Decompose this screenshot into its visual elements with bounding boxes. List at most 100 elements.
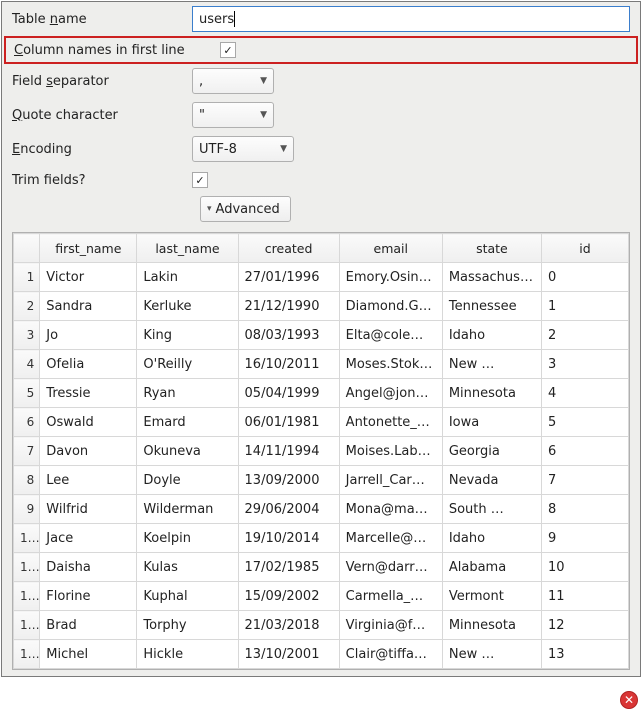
cell-created[interactable]: 13/09/2000 (238, 466, 339, 495)
cell-email[interactable]: Jarrell_Car… (339, 466, 442, 495)
table-row[interactable]: 13BradTorphy21/03/2018Virginia@f…Minneso… (14, 611, 629, 640)
cell-email[interactable]: Antonette_… (339, 408, 442, 437)
cell-first-name[interactable]: Lee (40, 466, 137, 495)
cell-email[interactable]: Virginia@f… (339, 611, 442, 640)
cell-last-name[interactable]: Wilderman (137, 495, 238, 524)
close-icon[interactable]: ✕ (620, 691, 638, 709)
cell-created[interactable]: 19/10/2014 (238, 524, 339, 553)
cell-id[interactable]: 0 (541, 263, 628, 292)
cell-last-name[interactable]: Okuneva (137, 437, 238, 466)
cell-id[interactable]: 11 (541, 582, 628, 611)
cell-first-name[interactable]: Jo (40, 321, 137, 350)
cell-created[interactable]: 08/03/1993 (238, 321, 339, 350)
cell-first-name[interactable]: Wilfrid (40, 495, 137, 524)
cell-state[interactable]: Massachus… (442, 263, 541, 292)
cell-first-name[interactable]: Ofelia (40, 350, 137, 379)
cell-created[interactable]: 21/03/2018 (238, 611, 339, 640)
cell-email[interactable]: Carmella_… (339, 582, 442, 611)
table-row[interactable]: 6OswaldEmard06/01/1981Antonette_…Iowa5 (14, 408, 629, 437)
cell-state[interactable]: Iowa (442, 408, 541, 437)
cell-email[interactable]: Emory.Osin… (339, 263, 442, 292)
cell-id[interactable]: 12 (541, 611, 628, 640)
cell-last-name[interactable]: Emard (137, 408, 238, 437)
cell-state[interactable]: South … (442, 495, 541, 524)
field-separator-combo[interactable]: , ▼ (192, 68, 274, 94)
cell-id[interactable]: 8 (541, 495, 628, 524)
cell-id[interactable]: 6 (541, 437, 628, 466)
cell-last-name[interactable]: Kerluke (137, 292, 238, 321)
cell-state[interactable]: New … (442, 350, 541, 379)
table-row[interactable]: 1VictorLakin27/01/1996Emory.Osin…Massach… (14, 263, 629, 292)
cell-last-name[interactable]: O'Reilly (137, 350, 238, 379)
table-row[interactable]: 4OfeliaO'Reilly16/10/2011Moses.Stok…New … (14, 350, 629, 379)
table-row[interactable]: 14MichelHickle13/10/2001Clair@tiffa…New … (14, 640, 629, 669)
table-row[interactable]: 12FlorineKuphal15/09/2002Carmella_…Vermo… (14, 582, 629, 611)
cell-state[interactable]: Georgia (442, 437, 541, 466)
cell-id[interactable]: 3 (541, 350, 628, 379)
cell-email[interactable]: Angel@jon… (339, 379, 442, 408)
cell-created[interactable]: 29/06/2004 (238, 495, 339, 524)
cell-last-name[interactable]: Lakin (137, 263, 238, 292)
cell-last-name[interactable]: King (137, 321, 238, 350)
cell-first-name[interactable]: Sandra (40, 292, 137, 321)
table-row[interactable]: 10JaceKoelpin19/10/2014Marcelle@…Idaho9 (14, 524, 629, 553)
cell-state[interactable]: Tennessee (442, 292, 541, 321)
cell-last-name[interactable]: Kuphal (137, 582, 238, 611)
table-name-input[interactable]: users (192, 6, 630, 32)
cell-email[interactable]: Vern@darr… (339, 553, 442, 582)
cell-created[interactable]: 15/09/2002 (238, 582, 339, 611)
column-header[interactable]: last_name (137, 234, 238, 263)
cell-first-name[interactable]: Florine (40, 582, 137, 611)
column-header[interactable]: email (339, 234, 442, 263)
cell-email[interactable]: Moses.Stok… (339, 350, 442, 379)
cell-state[interactable]: Idaho (442, 321, 541, 350)
cell-state[interactable]: Vermont (442, 582, 541, 611)
table-row[interactable]: 9WilfridWilderman29/06/2004Mona@ma…South… (14, 495, 629, 524)
cell-state[interactable]: Minnesota (442, 611, 541, 640)
cell-last-name[interactable]: Hickle (137, 640, 238, 669)
cell-first-name[interactable]: Michel (40, 640, 137, 669)
table-row[interactable]: 5TressieRyan05/04/1999Angel@jon…Minnesot… (14, 379, 629, 408)
cell-created[interactable]: 16/10/2011 (238, 350, 339, 379)
table-row[interactable]: 11DaishaKulas17/02/1985Vern@darr…Alabama… (14, 553, 629, 582)
cell-state[interactable]: Nevada (442, 466, 541, 495)
cell-state[interactable]: Idaho (442, 524, 541, 553)
cell-state[interactable]: Alabama (442, 553, 541, 582)
cell-last-name[interactable]: Doyle (137, 466, 238, 495)
column-header[interactable]: state (442, 234, 541, 263)
cell-email[interactable]: Elta@cole… (339, 321, 442, 350)
quote-character-combo[interactable]: " ▼ (192, 102, 274, 128)
table-row[interactable]: 8LeeDoyle13/09/2000Jarrell_Car…Nevada7 (14, 466, 629, 495)
cell-id[interactable]: 7 (541, 466, 628, 495)
cell-id[interactable]: 5 (541, 408, 628, 437)
column-names-checkbox[interactable]: ✓ (220, 42, 236, 58)
cell-id[interactable]: 10 (541, 553, 628, 582)
cell-first-name[interactable]: Victor (40, 263, 137, 292)
advanced-button[interactable]: ▾ Advanced (200, 196, 291, 222)
cell-first-name[interactable]: Daisha (40, 553, 137, 582)
cell-created[interactable]: 21/12/1990 (238, 292, 339, 321)
cell-email[interactable]: Diamond.G… (339, 292, 442, 321)
cell-email[interactable]: Mona@ma… (339, 495, 442, 524)
cell-id[interactable]: 4 (541, 379, 628, 408)
cell-email[interactable]: Clair@tiffa… (339, 640, 442, 669)
table-row[interactable]: 2SandraKerluke21/12/1990Diamond.G…Tennes… (14, 292, 629, 321)
cell-first-name[interactable]: Jace (40, 524, 137, 553)
column-header[interactable]: created (238, 234, 339, 263)
cell-created[interactable]: 27/01/1996 (238, 263, 339, 292)
cell-last-name[interactable]: Koelpin (137, 524, 238, 553)
cell-last-name[interactable]: Torphy (137, 611, 238, 640)
cell-first-name[interactable]: Oswald (40, 408, 137, 437)
cell-created[interactable]: 05/04/1999 (238, 379, 339, 408)
cell-id[interactable]: 9 (541, 524, 628, 553)
cell-last-name[interactable]: Kulas (137, 553, 238, 582)
table-row[interactable]: 3JoKing08/03/1993Elta@cole…Idaho2 (14, 321, 629, 350)
encoding-combo[interactable]: UTF-8 ▼ (192, 136, 294, 162)
column-header[interactable]: id (541, 234, 628, 263)
cell-first-name[interactable]: Davon (40, 437, 137, 466)
cell-id[interactable]: 2 (541, 321, 628, 350)
cell-state[interactable]: Minnesota (442, 379, 541, 408)
cell-created[interactable]: 06/01/1981 (238, 408, 339, 437)
cell-created[interactable]: 13/10/2001 (238, 640, 339, 669)
cell-last-name[interactable]: Ryan (137, 379, 238, 408)
